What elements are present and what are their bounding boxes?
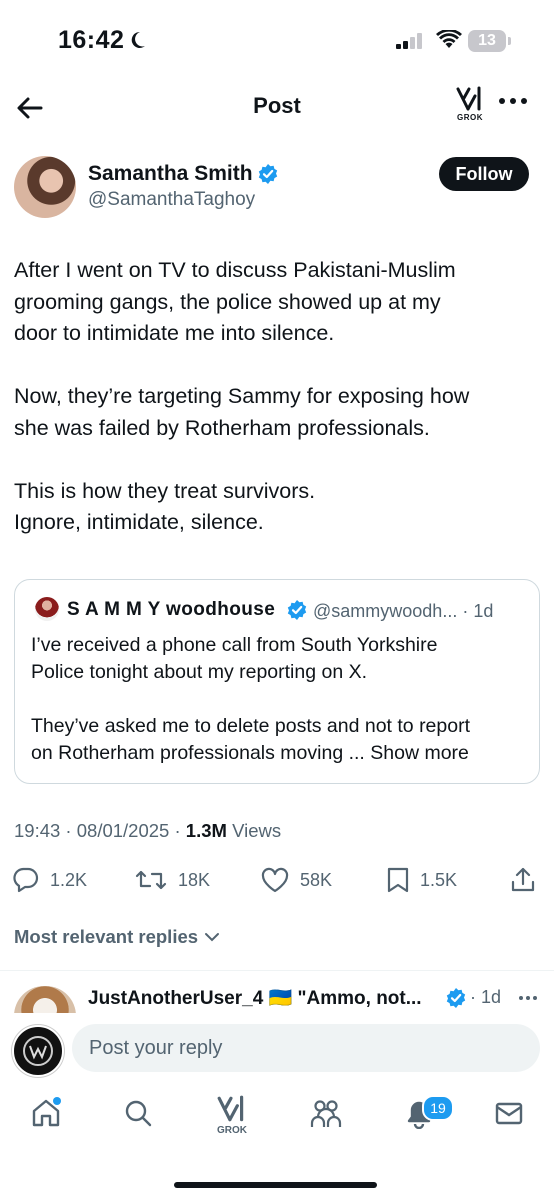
post-text: After I went on TV to discuss Pakistani-…	[14, 255, 539, 539]
grok-icon	[456, 86, 481, 111]
current-user-avatar[interactable]	[12, 1025, 64, 1077]
verified-badge-icon	[446, 988, 466, 1008]
post-date: 08/01/2025	[76, 820, 170, 841]
bookmark-icon	[387, 867, 409, 893]
post-line: After I went on TV to discuss Pakistani-…	[14, 258, 456, 282]
heart-icon	[261, 867, 289, 893]
quoted-post[interactable]: S A M M Y woodhouse @sammywoodh... · 1d …	[14, 579, 540, 784]
repost-count: 18K	[178, 869, 211, 890]
author-handle[interactable]: @SamanthaTaghoy	[88, 189, 255, 211]
communities-icon	[310, 1100, 342, 1127]
nav-communities[interactable]	[309, 1097, 343, 1129]
reply-more-icon[interactable]	[518, 995, 538, 1001]
quote-line: on Rotherham professionals moving ...	[31, 742, 365, 764]
more-options-icon[interactable]	[498, 96, 528, 106]
home-indicator	[174, 1182, 377, 1188]
chevron-down-icon	[205, 933, 220, 942]
author-avatar[interactable]	[14, 156, 76, 218]
reply-input[interactable]: Post your reply	[72, 1024, 540, 1072]
cellular-signal-icon	[396, 33, 426, 49]
quote-author-handle: @sammywoodh... · 1d	[313, 601, 494, 621]
replies-sort-dropdown[interactable]: Most relevant replies	[14, 926, 220, 948]
mail-icon	[495, 1102, 523, 1125]
grok-button[interactable]: GROK	[452, 86, 488, 122]
wifi-icon	[436, 30, 462, 50]
status-time: 16:42	[58, 26, 125, 54]
quote-line: Police tonight about my reporting on X.	[31, 661, 368, 683]
reply-age: · 1d	[470, 987, 502, 1007]
focus-moon-icon	[128, 30, 146, 50]
reply-count: 1.2K	[50, 869, 88, 890]
grok-icon	[217, 1095, 244, 1122]
battery-tip	[508, 37, 511, 45]
home-unread-dot	[53, 1097, 61, 1105]
replies-sort-label: Most relevant replies	[14, 926, 199, 947]
grok-label: GROK	[457, 113, 483, 122]
battery-indicator: 13	[468, 30, 506, 52]
reply-author-name[interactable]: JustAnotherUser_4 🇺🇦 "Ammo, not...	[88, 986, 422, 1010]
bookmark-count: 1.5K	[420, 869, 458, 890]
post-time: 19:43	[14, 820, 61, 841]
flag-emoji: 🇺🇦	[268, 988, 293, 1009]
nav-grok[interactable]: GROK	[212, 1094, 252, 1136]
post-line: grooming gangs, the police showed up at …	[14, 289, 441, 314]
quote-line: I’ve received a phone call from South Yo…	[31, 634, 438, 656]
post-line: Ignore, intimidate, silence.	[14, 510, 264, 534]
author-name[interactable]: Samantha Smith	[88, 162, 253, 186]
reply-author-avatar[interactable]	[14, 986, 76, 1016]
verified-badge-icon	[287, 600, 307, 620]
repost-icon	[135, 870, 167, 890]
grok-nav-label: GROK	[217, 1125, 247, 1136]
repost-action[interactable]: 18K	[134, 866, 210, 894]
post-line: door to intimidate me into silence.	[14, 321, 335, 345]
reply-icon	[13, 867, 39, 893]
quote-author-avatar	[35, 597, 59, 621]
quote-line: They’ve asked me to delete posts and not…	[31, 715, 471, 737]
divider	[0, 970, 554, 971]
views-label: Views	[232, 820, 282, 841]
reply-action[interactable]: 1.2K	[12, 866, 87, 894]
quote-age: 1d	[473, 601, 494, 621]
reply-author-display-extra: "Ammo, not...	[297, 988, 422, 1009]
quote-author-name: S A M M Y woodhouse	[67, 599, 276, 620]
post-line: she was failed by Rotherham professional…	[14, 415, 430, 440]
post-meta: 19:43 · 08/01/2025 · 1.3M Views	[14, 820, 282, 841]
bookmark-action[interactable]: 1.5K	[386, 866, 457, 894]
search-icon	[125, 1100, 152, 1127]
show-more-link[interactable]: Show more	[370, 742, 469, 764]
share-icon	[511, 867, 535, 892]
notifications-badge: 19	[422, 1095, 454, 1121]
views-count: 1.3M	[185, 820, 227, 841]
post-line: This is how they treat survivors.	[14, 478, 316, 503]
like-action[interactable]: 58K	[260, 866, 332, 894]
like-count: 58K	[300, 869, 333, 890]
share-action[interactable]	[510, 866, 536, 894]
nav-search[interactable]	[122, 1097, 154, 1129]
post-line: Now, they’re targeting Sammy for exposin…	[14, 384, 470, 408]
nav-messages[interactable]	[493, 1097, 525, 1129]
follow-button[interactable]: Follow	[439, 157, 529, 191]
w-logo-icon	[23, 1036, 53, 1066]
quote-text: I’ve received a phone call from South Yo…	[31, 632, 526, 767]
verified-badge-icon	[258, 164, 278, 184]
